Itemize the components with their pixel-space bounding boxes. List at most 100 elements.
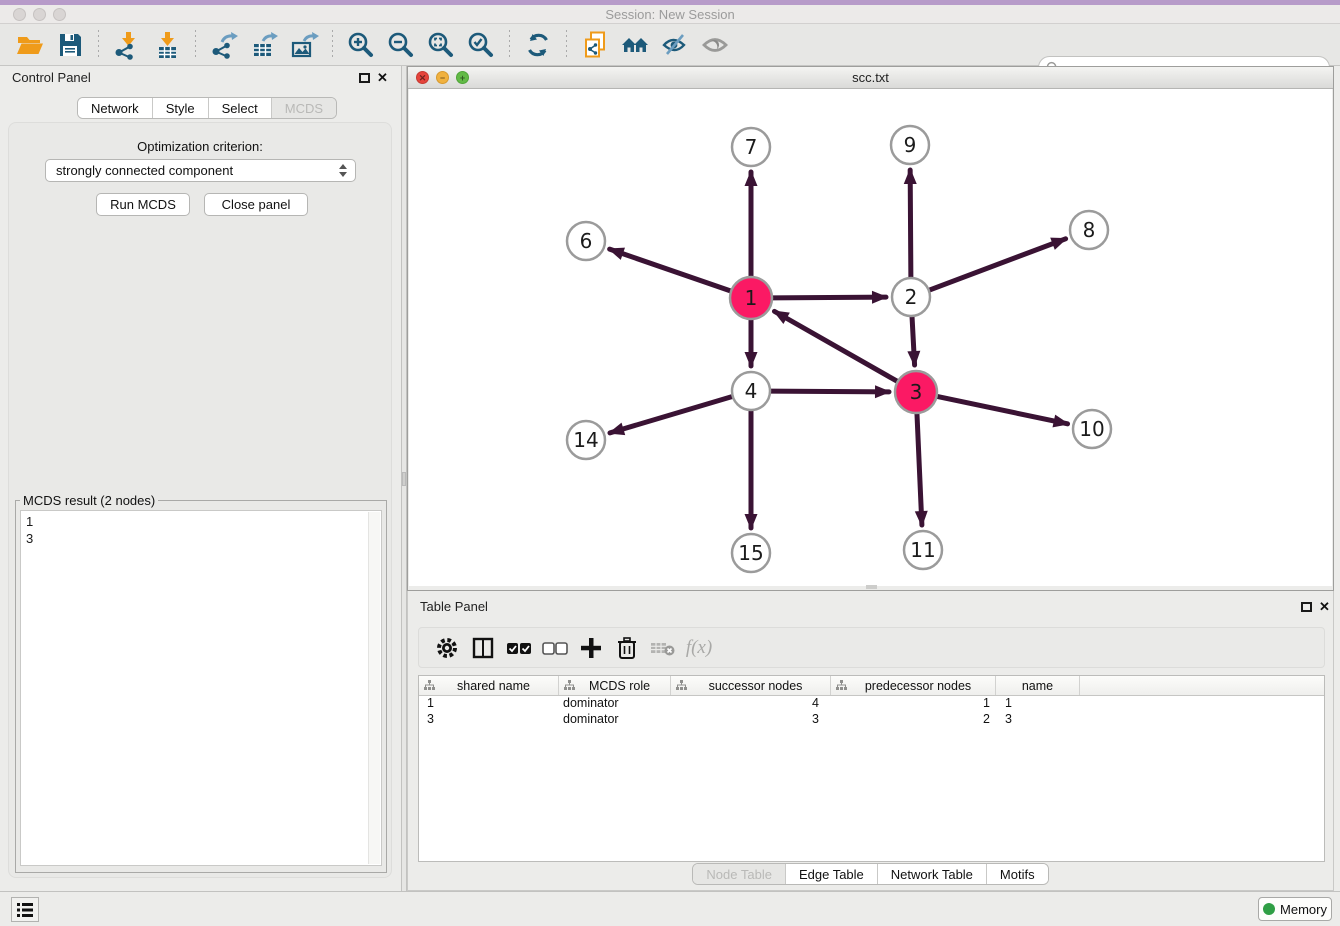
home-view-icon[interactable] bbox=[618, 28, 652, 62]
task-history-button[interactable] bbox=[11, 897, 39, 922]
deselect-all-checkboxes-icon[interactable] bbox=[537, 633, 573, 663]
import-network-icon[interactable] bbox=[110, 28, 144, 62]
tab-edge-table[interactable]: Edge Table bbox=[785, 864, 877, 884]
duplicate-network-icon[interactable] bbox=[578, 28, 612, 62]
export-table-icon[interactable] bbox=[247, 28, 281, 62]
add-column-icon[interactable] bbox=[573, 633, 609, 663]
graph-node-4[interactable]: 4 bbox=[732, 372, 770, 410]
graph-node-1[interactable]: 1 bbox=[730, 277, 772, 319]
zoom-in-icon[interactable] bbox=[344, 28, 378, 62]
select-all-checkboxes-icon[interactable] bbox=[501, 633, 537, 663]
graph-edge-2-8[interactable] bbox=[929, 239, 1066, 290]
refresh-layout-icon[interactable] bbox=[521, 28, 555, 62]
list-icon bbox=[16, 902, 34, 918]
table-settings-icon[interactable] bbox=[429, 633, 465, 663]
graph-edge-1-2[interactable] bbox=[772, 297, 886, 298]
close-panel-button[interactable]: Close panel bbox=[204, 193, 308, 216]
network-graph[interactable]: 7 9 6 8 1 2 4 3 14 10 15 11 bbox=[409, 89, 1332, 586]
tab-style[interactable]: Style bbox=[152, 98, 208, 118]
run-mcds-button[interactable]: Run MCDS bbox=[96, 193, 190, 216]
column-header[interactable]: MCDS role bbox=[559, 676, 671, 695]
column-type-icon bbox=[836, 680, 847, 691]
column-header[interactable]: name bbox=[996, 676, 1080, 695]
tab-network[interactable]: Network bbox=[78, 98, 152, 118]
graph-edge-3-11[interactable] bbox=[917, 413, 922, 525]
graph-edge-2-9[interactable] bbox=[910, 170, 911, 278]
svg-text:15: 15 bbox=[738, 541, 763, 565]
delete-column-icon[interactable] bbox=[609, 633, 645, 663]
table-row[interactable]: 1 dominator 4 1 1 bbox=[419, 696, 1324, 712]
export-network-icon[interactable] bbox=[207, 28, 241, 62]
mcds-result-textarea[interactable]: 1 3 bbox=[20, 510, 382, 866]
svg-text:10: 10 bbox=[1079, 417, 1104, 441]
zoom-fit-icon[interactable] bbox=[424, 28, 458, 62]
memory-button[interactable]: Memory bbox=[1258, 897, 1332, 921]
tab-mcds[interactable]: MCDS bbox=[271, 98, 336, 118]
graph-node-8[interactable]: 8 bbox=[1070, 211, 1108, 249]
tab-node-table[interactable]: Node Table bbox=[693, 864, 785, 884]
graph-node-10[interactable]: 10 bbox=[1073, 410, 1111, 448]
svg-text:7: 7 bbox=[745, 135, 758, 159]
hide-eye-icon[interactable] bbox=[658, 28, 692, 62]
column-header[interactable]: shared name bbox=[419, 676, 559, 695]
svg-text:11: 11 bbox=[910, 538, 935, 562]
svg-text:4: 4 bbox=[745, 379, 758, 403]
graph-node-9[interactable]: 9 bbox=[891, 126, 929, 164]
table-tabs: Node Table Edge Table Network Table Moti… bbox=[408, 863, 1333, 885]
dropdown-arrows-icon bbox=[339, 164, 348, 178]
splitter-grip[interactable] bbox=[402, 472, 406, 486]
graph-node-11[interactable]: 11 bbox=[904, 531, 942, 569]
delete-table-icon[interactable] bbox=[645, 633, 681, 663]
zoom-selected-icon[interactable] bbox=[464, 28, 498, 62]
zoom-out-icon[interactable] bbox=[384, 28, 418, 62]
open-session-icon[interactable] bbox=[13, 28, 47, 62]
close-table-panel-icon[interactable]: ✕ bbox=[1319, 599, 1330, 615]
column-type-icon bbox=[424, 680, 435, 691]
graph-node-14[interactable]: 14 bbox=[567, 421, 605, 459]
table-toolbar: f(x) bbox=[418, 627, 1325, 668]
app-title: Session: New Session bbox=[0, 5, 1340, 24]
graph-edge-3-1[interactable] bbox=[774, 311, 897, 381]
save-session-icon[interactable] bbox=[53, 28, 87, 62]
import-table-icon[interactable] bbox=[150, 28, 184, 62]
tab-network-table[interactable]: Network Table bbox=[877, 864, 986, 884]
show-eye-icon[interactable] bbox=[698, 28, 732, 62]
graph-edge-2-3[interactable] bbox=[912, 316, 915, 365]
graph-node-15[interactable]: 15 bbox=[732, 534, 770, 572]
memory-label: Memory bbox=[1280, 902, 1327, 917]
graph-edge-1-6[interactable] bbox=[610, 249, 732, 291]
result-scrollbar[interactable] bbox=[368, 512, 380, 864]
criterion-dropdown[interactable]: strongly connected component bbox=[45, 159, 356, 182]
graph-node-7[interactable]: 7 bbox=[732, 128, 770, 166]
graph-node-2[interactable]: 2 bbox=[892, 278, 930, 316]
main-toolbar bbox=[0, 24, 1340, 66]
graph-edge-4-14[interactable] bbox=[610, 396, 733, 432]
tab-motifs[interactable]: Motifs bbox=[986, 864, 1048, 884]
close-panel-icon[interactable]: ✕ bbox=[377, 70, 388, 86]
graph-edge-4-3[interactable] bbox=[770, 391, 889, 392]
toolbar-separator bbox=[509, 30, 510, 60]
svg-text:8: 8 bbox=[1083, 218, 1096, 242]
criterion-value: strongly connected component bbox=[56, 163, 233, 178]
graph-edge-3-10[interactable] bbox=[937, 396, 1068, 424]
status-bar: Memory bbox=[0, 891, 1340, 926]
svg-text:3: 3 bbox=[910, 380, 923, 404]
float-table-panel-icon[interactable] bbox=[1301, 602, 1312, 612]
result-line: 3 bbox=[26, 530, 381, 547]
column-header[interactable]: successor nodes bbox=[671, 676, 831, 695]
network-canvas[interactable]: 7 9 6 8 1 2 4 3 14 10 15 11 bbox=[409, 89, 1332, 586]
export-image-icon[interactable] bbox=[287, 28, 321, 62]
function-builder-icon[interactable]: f(x) bbox=[681, 633, 717, 663]
tab-select[interactable]: Select bbox=[208, 98, 271, 118]
network-resize-grip[interactable] bbox=[866, 585, 877, 589]
split-columns-icon[interactable] bbox=[465, 633, 501, 663]
table-header-row: shared name MCDS role successor nodes pr… bbox=[419, 676, 1324, 696]
memory-status-icon bbox=[1263, 903, 1275, 915]
network-window-titlebar[interactable]: ✕ − + scc.txt bbox=[408, 67, 1333, 89]
column-header[interactable]: predecessor nodes bbox=[831, 676, 996, 695]
float-panel-icon[interactable] bbox=[359, 73, 370, 83]
table-row[interactable]: 3 dominator 3 2 3 bbox=[419, 712, 1324, 728]
toolbar-separator bbox=[332, 30, 333, 60]
graph-node-3[interactable]: 3 bbox=[895, 371, 937, 413]
graph-node-6[interactable]: 6 bbox=[567, 222, 605, 260]
